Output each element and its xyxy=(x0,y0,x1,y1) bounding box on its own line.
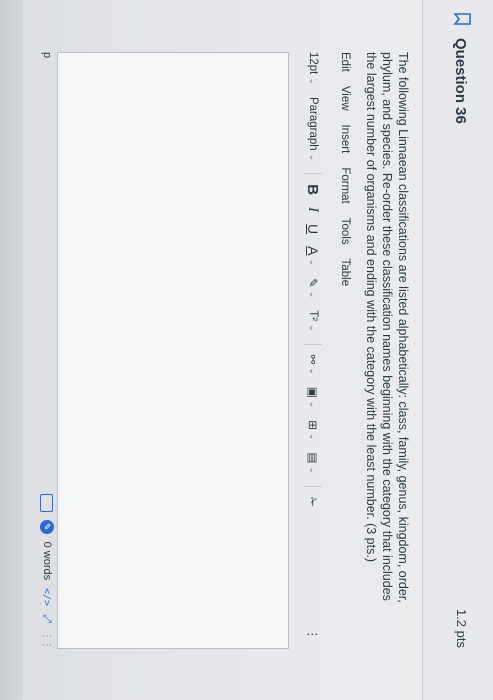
editor-menubar: Edit View Insert Format Tools Table xyxy=(331,52,351,286)
html-editor-toggle[interactable]: </> xyxy=(42,588,53,606)
chevron-down-icon: ⌄ xyxy=(308,77,319,85)
embed-button[interactable]: ▤ ⌄ xyxy=(306,452,320,473)
question-header: Question 36 1.2 pts xyxy=(422,0,493,700)
chevron-down-icon: ⌄ xyxy=(308,258,319,267)
highlight-icon: ✎ xyxy=(306,278,318,288)
bookmark-icon[interactable] xyxy=(453,12,471,26)
element-path[interactable]: p xyxy=(41,52,53,58)
highlight-button[interactable]: ✎ ⌄ xyxy=(306,278,320,298)
menu-table[interactable]: Table xyxy=(331,259,351,287)
chevron-down-icon: ⌄ xyxy=(308,466,319,474)
toolbar-divider xyxy=(304,485,322,487)
menu-format[interactable]: Format xyxy=(331,167,351,203)
chevron-down-icon: ⌄ xyxy=(308,367,319,375)
keyboard-icon[interactable] xyxy=(40,493,54,512)
answer-editor[interactable] xyxy=(57,52,289,649)
font-size-label: 12pt xyxy=(307,52,319,75)
image-icon: ▣ xyxy=(306,386,318,398)
screen: Question 36 1.2 pts The following Linnae… xyxy=(0,0,493,700)
menu-view[interactable]: View xyxy=(331,86,351,111)
chevron-down-icon: ⌄ xyxy=(308,153,319,162)
clear-formatting-button[interactable]: ✁ xyxy=(306,497,320,507)
media-button[interactable]: ⊞ ⌄ xyxy=(306,420,320,440)
question-text: The following Linnaean classifications a… xyxy=(364,52,410,603)
question-title: Question 36 xyxy=(452,38,469,124)
text-color-button[interactable]: A ⌄ xyxy=(305,246,321,266)
fullscreen-icon[interactable]: ⤢ xyxy=(41,614,54,623)
superscript-icon: T² xyxy=(307,310,319,322)
editor-toolbar: 12pt ⌄ Paragraph ⌄ B I U A ⌄ ✎ ⌄ T² ⌄ ⚯ … xyxy=(301,52,325,652)
resize-grip-icon[interactable]: ⋮⋮ xyxy=(42,631,53,649)
menu-tools[interactable]: Tools xyxy=(331,218,351,245)
page-edge xyxy=(0,0,23,700)
chevron-down-icon: ⌄ xyxy=(308,400,319,409)
question-points: 1.2 pts xyxy=(454,608,469,648)
chevron-down-icon: ⌄ xyxy=(308,432,319,441)
accessibility-icon[interactable]: ✎ xyxy=(40,519,54,534)
more-button[interactable]: ⋮ xyxy=(306,629,320,641)
statusbar-right: ✎ 0 words </> ⤢ ⋮⋮ xyxy=(40,493,54,649)
more-icon: ⋮ xyxy=(306,628,318,641)
chevron-down-icon: ⌄ xyxy=(308,290,319,299)
link-icon: ⚯ xyxy=(306,354,318,365)
media-icon: ⊞ xyxy=(306,420,318,430)
block-format-select[interactable]: Paragraph ⌄ xyxy=(307,97,319,161)
font-size-select[interactable]: 12pt ⌄ xyxy=(307,52,319,85)
bold-button[interactable]: B xyxy=(305,184,322,195)
editor-statusbar: p ✎ 0 words </> ⤢ ⋮⋮ xyxy=(36,52,56,649)
link-button[interactable]: ⚯ ⌄ xyxy=(306,355,320,375)
text-color-icon: A xyxy=(305,246,321,256)
image-button[interactable]: ▣ ⌄ xyxy=(306,387,320,408)
superscript-button[interactable]: T² ⌄ xyxy=(307,310,319,331)
toolbar-divider xyxy=(304,343,322,345)
menu-insert[interactable]: Insert xyxy=(331,125,351,154)
menu-edit[interactable]: Edit xyxy=(331,52,351,72)
word-count: 0 words xyxy=(41,541,53,581)
chevron-down-icon: ⌄ xyxy=(308,324,319,332)
block-format-label: Paragraph xyxy=(307,96,319,151)
underline-button[interactable]: U xyxy=(305,224,321,234)
clear-formatting-icon: ✁ xyxy=(306,496,318,507)
italic-button[interactable]: I xyxy=(305,207,322,212)
toolbar-divider xyxy=(304,173,322,175)
embed-icon: ▤ xyxy=(306,452,318,464)
